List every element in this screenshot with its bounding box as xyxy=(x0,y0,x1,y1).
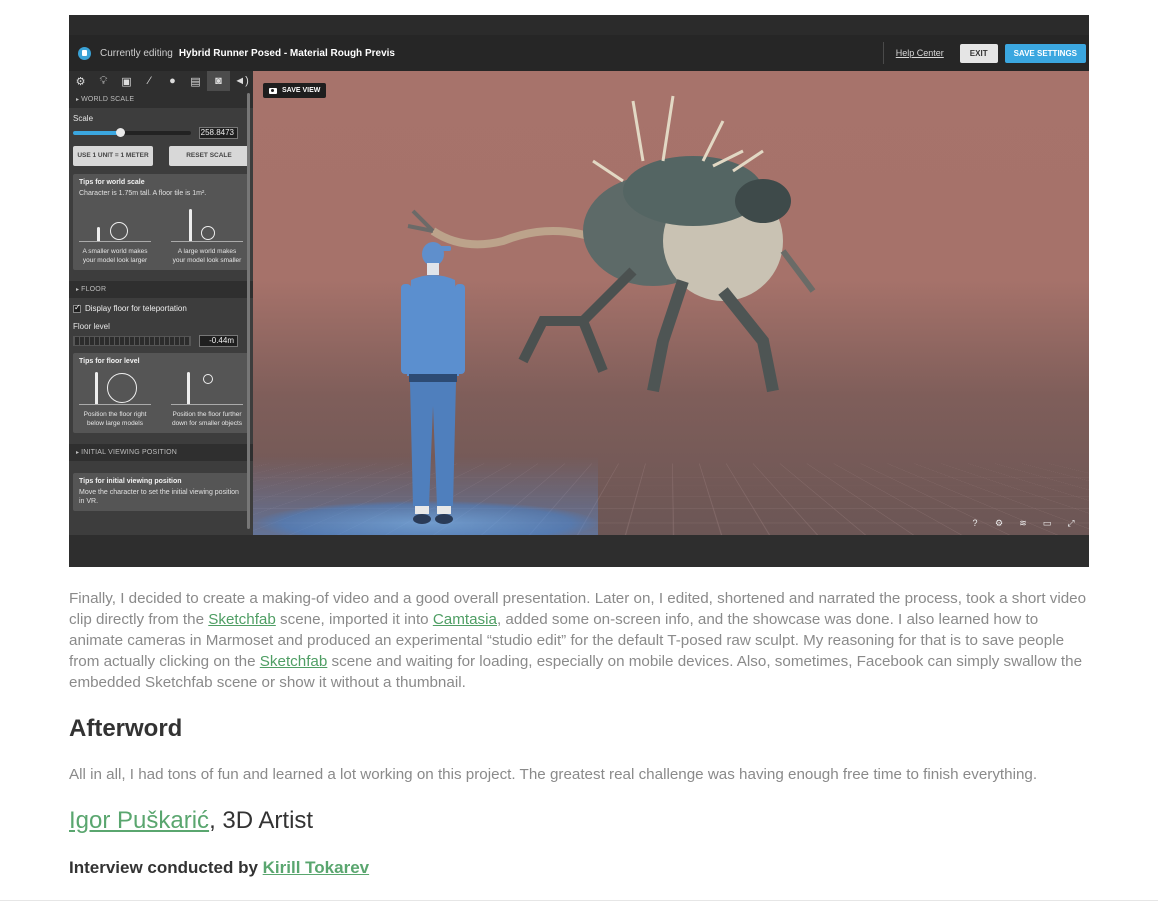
small-world-caption: A smaller world makes your model look la… xyxy=(79,248,151,265)
editor-topbar: Currently editing Hybrid Runner Posed - … xyxy=(69,35,1089,71)
making-of-paragraph: Finally, I decided to create a making-of… xyxy=(69,588,1091,693)
afterword-heading: Afterword xyxy=(69,715,182,743)
image-icon[interactable]: ▣ xyxy=(115,71,138,91)
divider xyxy=(0,900,1158,901)
floor-small-illustration xyxy=(171,369,243,405)
pin-icon[interactable]: ● xyxy=(161,71,184,91)
save-view-button[interactable]: SAVE VIEW xyxy=(263,83,326,98)
speaker-icon[interactable]: ◄) xyxy=(230,71,253,91)
floor-level-label: Floor level xyxy=(73,322,249,331)
scale-slider[interactable] xyxy=(73,131,191,135)
scale-label: Scale xyxy=(73,114,249,123)
creature-model[interactable] xyxy=(403,91,833,411)
tips-floor-title: Tips for floor level xyxy=(79,358,243,365)
exit-button[interactable]: EXIT xyxy=(960,44,998,63)
author-link[interactable]: Igor Puškarić xyxy=(69,807,209,834)
viewer-controls: ? ⚙ ≋ ▭ ⤢ xyxy=(963,518,1083,529)
tips-world-scale-text: Character is 1.75m tall. A floor tile is… xyxy=(79,189,243,198)
editor-screenshot: Currently editing Hybrid Runner Posed - … xyxy=(69,15,1089,567)
3d-viewport[interactable]: SAVE VIEW ? ⚙ ≋ ▭ ⤢ xyxy=(253,71,1089,535)
camera-icon xyxy=(269,88,277,94)
floor-small-caption: Position the floor further down for smal… xyxy=(171,411,243,428)
reset-scale-button[interactable]: RESET SCALE xyxy=(169,146,249,166)
floor-level-input[interactable]: -0.44m xyxy=(199,335,238,347)
section-floor[interactable]: FLOOR xyxy=(69,281,253,298)
tips-world-scale: Tips for world scale Character is 1.75m … xyxy=(73,174,249,270)
small-world-illustration xyxy=(79,206,151,242)
gear-icon[interactable]: ⚙ xyxy=(69,71,92,91)
editor-bottom-bar xyxy=(69,535,1089,567)
help-center-link[interactable]: Help Center xyxy=(883,42,960,64)
floor-checkbox-label: Display floor for teleportation xyxy=(85,304,187,313)
sketchfab-link[interactable]: Sketchfab xyxy=(208,611,276,628)
afterword-paragraph: All in all, I had tons of fun and learne… xyxy=(69,764,1091,785)
layers-icon[interactable]: ≋ xyxy=(1011,518,1035,529)
scale-slider-fill xyxy=(73,131,120,135)
model-title: Hybrid Runner Posed - Material Rough Pre… xyxy=(179,48,395,59)
large-world-caption: A large world makes your model look smal… xyxy=(171,248,243,265)
magic-wand-icon[interactable]: ⁄ xyxy=(138,71,161,91)
help-icon[interactable]: ? xyxy=(963,518,987,529)
author-role: , 3D Artist xyxy=(209,807,313,834)
settings-toolbar: ⚙ 💡︎ ▣ ⁄ ● ▤ ◙ ◄) xyxy=(69,71,253,91)
settings-icon[interactable]: ⚙ xyxy=(987,518,1011,529)
currently-editing-label: Currently editing xyxy=(100,48,173,59)
scale-value-input[interactable]: 258.8473 xyxy=(199,127,238,139)
tips-world-scale-title: Tips for world scale xyxy=(79,179,243,186)
camtasia-link[interactable]: Camtasia xyxy=(433,611,497,628)
save-view-label: SAVE VIEW xyxy=(282,87,320,94)
tips-initial-title: Tips for initial viewing position xyxy=(79,478,243,485)
floor-large-illustration xyxy=(79,369,151,405)
sketchfab-link-2[interactable]: Sketchfab xyxy=(260,653,328,670)
scale-slider-handle[interactable] xyxy=(116,128,125,137)
vr-headset-icon[interactable]: ◙ xyxy=(207,71,230,91)
floor-large-caption: Position the floor right below large mod… xyxy=(79,411,151,428)
fullscreen-icon[interactable]: ⤢ xyxy=(1059,518,1083,529)
interview-credit: Interview conducted by Kirill Tokarev xyxy=(69,858,369,878)
section-world-scale[interactable]: WORLD SCALE xyxy=(69,91,253,108)
panel-scrollbar[interactable] xyxy=(247,93,250,529)
sketchfab-logo-icon xyxy=(78,47,91,60)
paragraph-text: scene, imported it into xyxy=(276,611,433,628)
tips-initial-text: Move the character to set the initial vi… xyxy=(79,488,243,506)
floor-checkbox[interactable] xyxy=(73,305,81,313)
settings-panel: ⚙ 💡︎ ▣ ⁄ ● ▤ ◙ ◄) WORLD SCALE Scale 258.… xyxy=(69,71,253,535)
large-world-illustration xyxy=(171,206,243,242)
author-line: Igor Puškarić, 3D Artist xyxy=(69,807,313,835)
save-settings-button[interactable]: SAVE SETTINGS xyxy=(1005,44,1086,63)
interviewer-link[interactable]: Kirill Tokarev xyxy=(263,858,369,877)
tips-initial-viewing: Tips for initial viewing position Move t… xyxy=(73,473,249,511)
tips-floor-level: Tips for floor level Position the floor … xyxy=(73,353,249,433)
section-initial-viewing[interactable]: INITIAL VIEWING POSITION xyxy=(69,444,253,461)
lightbulb-icon[interactable]: 💡︎ xyxy=(92,71,115,91)
film-icon[interactable]: ▤ xyxy=(184,71,207,91)
use-unit-meter-button[interactable]: USE 1 UNIT = 1 METER xyxy=(73,146,153,166)
vr-icon[interactable]: ▭ xyxy=(1035,518,1059,529)
floor-level-slider[interactable] xyxy=(73,336,191,346)
interview-prefix: Interview conducted by xyxy=(69,858,263,877)
